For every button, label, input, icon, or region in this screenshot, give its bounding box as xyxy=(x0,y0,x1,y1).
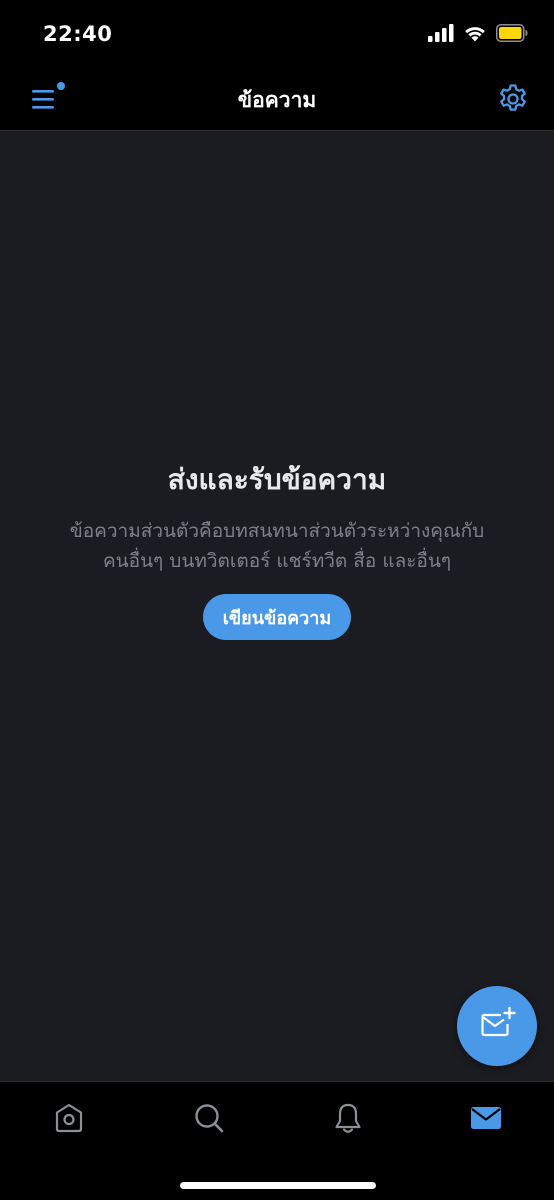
status-icons xyxy=(428,24,528,46)
navigation-header: ข้อความ xyxy=(0,68,554,131)
page-title: ข้อความ xyxy=(237,88,317,112)
new-message-icon xyxy=(477,1004,517,1048)
empty-state-description-line1: ข้อความส่วนตัวคือบทสนทนาส่วนตัวระหว่างคุ… xyxy=(69,520,485,542)
empty-state-title: ส่งและรับข้อความ xyxy=(167,463,387,496)
battery-icon xyxy=(496,24,528,46)
status-bar: 22:40 xyxy=(0,0,554,68)
empty-state-description-line2: คนอื่นๆ บนทวิตเตอร์ แชร์ทวีต สื่อ และอื่… xyxy=(102,550,452,572)
write-message-button[interactable]: เขียนข้อความ xyxy=(203,594,351,640)
home-icon xyxy=(52,1101,86,1139)
mail-icon xyxy=(469,1101,503,1139)
status-time: 22:40 xyxy=(43,22,113,46)
search-icon xyxy=(192,1101,226,1139)
home-indicator[interactable] xyxy=(180,1182,376,1189)
tab-bar xyxy=(0,1081,554,1200)
tab-messages[interactable] xyxy=(466,1100,506,1140)
wifi-icon xyxy=(463,24,487,46)
gear-icon xyxy=(496,84,530,120)
settings-button[interactable] xyxy=(496,82,530,116)
tab-notifications[interactable] xyxy=(328,1100,368,1140)
empty-state-description: ข้อความส่วนตัวคือบทสนทนาส่วนตัวระหว่างคุ… xyxy=(40,516,514,576)
tab-search[interactable] xyxy=(189,1100,229,1140)
new-message-fab[interactable] xyxy=(457,986,537,1066)
bell-icon xyxy=(331,1101,365,1139)
signal-icon xyxy=(428,24,454,46)
messages-screen: 22:40 ข้อความ ส่งและรับข้อความ ข้อความส่… xyxy=(0,0,554,1200)
tab-home[interactable] xyxy=(49,1100,89,1140)
